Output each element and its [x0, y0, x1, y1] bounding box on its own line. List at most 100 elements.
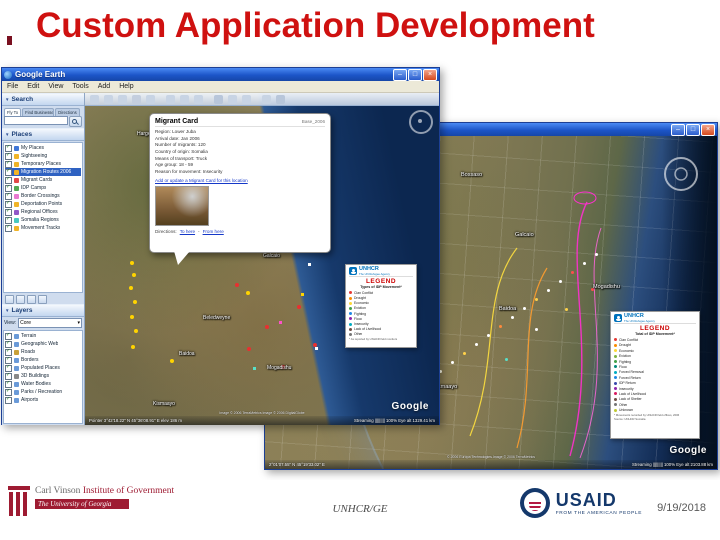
legend-subheader: Total of IDP Movement* — [635, 332, 675, 337]
legend-color-icon — [614, 349, 617, 353]
tree-item-icon — [14, 177, 19, 183]
checkbox-icon[interactable] — [5, 224, 12, 232]
tree-item[interactable]: My Places — [5, 144, 81, 152]
maximize-button[interactable]: □ — [408, 68, 422, 81]
menu-item[interactable]: Edit — [27, 83, 39, 90]
tree-item[interactable]: Border Crossings — [5, 192, 81, 200]
tree-item[interactable]: Airports — [5, 396, 81, 404]
migrant-card-balloon: Migrant Card Base_2006 Region: Lower Jub… — [149, 113, 331, 265]
checkbox-icon[interactable] — [5, 340, 12, 348]
toolbar-icons[interactable] — [90, 94, 99, 104]
search-button[interactable] — [69, 116, 82, 127]
places-panel-header[interactable]: ▼ Places — [2, 128, 84, 141]
checkbox-icon[interactable] — [5, 152, 12, 160]
menu-item[interactable]: Tools — [72, 83, 88, 90]
tree-item[interactable]: Water Bodies — [5, 380, 81, 388]
tree-item[interactable]: Migrant Cards — [5, 176, 81, 184]
status-coordinates: 2°01'07.55" N 45°19'33.02" E — [269, 462, 325, 467]
tree-item[interactable]: Migration Routes 2006 — [5, 168, 81, 176]
menu-item[interactable]: Add — [98, 83, 110, 90]
tree-item[interactable]: IDP Camps — [5, 184, 81, 192]
checkbox-icon[interactable] — [5, 208, 12, 216]
checkbox-icon[interactable] — [5, 184, 12, 192]
tab-item[interactable]: Directions — [55, 108, 80, 116]
checkbox-icon[interactable] — [5, 200, 12, 208]
print-icon[interactable] — [38, 294, 47, 304]
checkbox-icon[interactable] — [5, 396, 12, 404]
tree-item[interactable]: Somalia Regions — [5, 216, 81, 224]
label-item: Bossaso — [461, 172, 483, 178]
menu-item[interactable]: View — [48, 83, 63, 90]
tree-item[interactable]: Borders — [5, 356, 81, 364]
label-item: Beledweyne — [203, 315, 231, 321]
status-bar: 2°01'07.55" N 45°19'33.02" E Streaming |… — [265, 460, 717, 469]
minimize-button[interactable]: – — [393, 68, 407, 81]
tree-item-icon — [14, 145, 19, 151]
legend-items: Clan Conflict Drought Economic Eviction Figh… — [614, 337, 696, 412]
tree-item-icon — [14, 169, 19, 175]
directions-to-here-link[interactable]: To here — [180, 229, 195, 234]
tree-item[interactable]: Populated Places — [5, 364, 81, 372]
tree-item[interactable]: Roads — [5, 348, 81, 356]
tree-item[interactable]: Regional Offices — [5, 208, 81, 216]
minimize-button[interactable]: – — [671, 123, 685, 136]
checkbox-icon[interactable] — [5, 348, 12, 356]
legend-color-icon — [349, 327, 352, 331]
view-dropdown[interactable]: Core ▾ — [18, 318, 82, 328]
tree-item[interactable]: Temporary Places — [5, 160, 81, 168]
flyto-input[interactable] — [4, 116, 68, 125]
menu-item[interactable]: File — [7, 83, 18, 90]
balloon-link[interactable]: Add or update a Migrant Card for this lo… — [155, 178, 325, 183]
checkbox-icon[interactable] — [5, 160, 12, 168]
checkbox-icon[interactable] — [5, 176, 12, 184]
add-folder-icon[interactable] — [16, 294, 25, 304]
menu-item[interactable]: Help — [119, 83, 133, 90]
checkbox-icon[interactable] — [5, 192, 12, 200]
checkbox-icon[interactable] — [5, 388, 12, 396]
map-view[interactable]: HargeysaBurcoGarooweGalcaioBeledweyneBai… — [85, 93, 439, 425]
note-item: Source: UNHCR Somalia — [614, 417, 646, 422]
balloon-directions: Directions: To here - From here — [155, 229, 325, 234]
map-toolbar[interactable] — [85, 93, 439, 106]
legend-items: Clan Conflict Drought Economic Eviction Figh… — [349, 290, 413, 337]
tree-item[interactable]: Movement Tracks — [5, 224, 81, 232]
tree-item[interactable]: Geographic Web — [5, 340, 81, 348]
label-item: Baidoa — [499, 306, 517, 312]
balloon-subtitle: Base_2006 — [301, 119, 325, 124]
checkbox-icon[interactable] — [5, 332, 12, 340]
tree-item-icon — [14, 381, 19, 387]
maximize-button[interactable]: □ — [686, 123, 700, 136]
tab-item[interactable]: Find Businesses — [22, 108, 55, 116]
tree-item[interactable]: 3D Buildings — [5, 372, 81, 380]
email-icon[interactable] — [27, 294, 36, 304]
tree-item-icon — [14, 365, 19, 371]
close-button[interactable]: × — [701, 123, 715, 136]
checkbox-icon[interactable] — [5, 168, 12, 176]
yellow-pushpin-cluster[interactable] — [130, 261, 134, 265]
checkbox-icon[interactable] — [5, 372, 12, 380]
label-item: Galcaio — [263, 253, 280, 259]
checkbox-icon[interactable] — [5, 380, 12, 388]
tree-item[interactable]: Parks / Recreation — [5, 388, 81, 396]
checkbox-icon[interactable] — [5, 356, 12, 364]
legend-color-icon — [614, 354, 617, 358]
compass-navigation-icon[interactable] — [409, 110, 433, 134]
status-eye-altitude: Streaming ||||||||| 100% Eye alt 2103.88… — [632, 462, 713, 467]
tree-item[interactable]: Deportation Points — [5, 200, 81, 208]
tab-item[interactable]: Fly To — [4, 108, 22, 116]
directions-from-here-link[interactable]: From here — [203, 229, 224, 234]
tree-item[interactable]: Sightseeing — [5, 152, 81, 160]
search-panel-header[interactable]: ▼ Search — [2, 93, 84, 106]
label-item: Baidoa — [179, 351, 195, 357]
checkbox-icon[interactable] — [5, 144, 12, 152]
window1-titlebar[interactable]: Google Earth – □ × — [2, 68, 439, 81]
balloon-photo-thumbnail[interactable] — [155, 185, 209, 226]
checkbox-icon[interactable] — [5, 216, 12, 224]
tree-item[interactable]: Terrain — [5, 332, 81, 340]
add-placemark-icon[interactable] — [5, 294, 14, 304]
search-tabs: Fly To Find Businesses Directions — [4, 108, 82, 116]
layers-tree: TerrainGeographic WebRoadsBordersPopulat… — [3, 330, 83, 424]
close-button[interactable]: × — [423, 68, 437, 81]
checkbox-icon[interactable] — [5, 364, 12, 372]
layers-panel-header[interactable]: ▼ Layers — [2, 304, 84, 317]
